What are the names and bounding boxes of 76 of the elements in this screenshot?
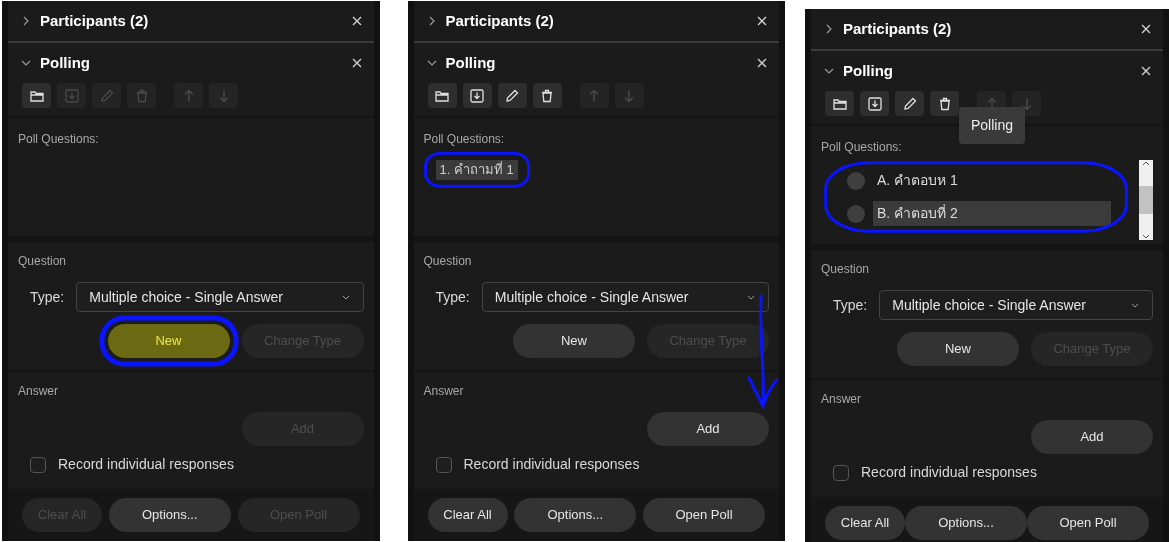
toolbar-button[interactable] [497, 83, 527, 108]
toolbar-button[interactable] [860, 91, 889, 116]
answer-item[interactable]: B. คำตอบที่ 2 [873, 201, 1111, 226]
pencil-icon [901, 95, 918, 112]
checkbox[interactable] [833, 464, 849, 481]
button[interactable]: Options... [905, 506, 1027, 540]
button[interactable]: New [107, 324, 230, 358]
section-label: Answer [18, 383, 59, 400]
type-label: Type: [30, 287, 65, 307]
type-dropdown[interactable]: Multiple choice - Single Answer [481, 282, 769, 312]
button[interactable]: Clear All [825, 506, 905, 540]
toolbar-button[interactable] [462, 83, 492, 108]
list-label: Poll Questions: [423, 131, 506, 148]
checkbox-label[interactable]: Record individual responses [463, 454, 640, 475]
download-icon [469, 87, 485, 104]
download-icon [866, 95, 883, 112]
close-icon[interactable] [757, 58, 767, 68]
trash-icon [539, 87, 555, 104]
section-label: Question [821, 261, 871, 278]
radio-button[interactable] [847, 171, 865, 190]
toolbar-button[interactable] [427, 83, 457, 108]
type-dropdown[interactable]: Multiple choice - Single Answer [879, 290, 1153, 320]
type-dropdown[interactable]: Multiple choice - Single Answer [76, 282, 364, 312]
button[interactable]: Options... [108, 498, 231, 532]
button[interactable]: New [897, 332, 1019, 366]
pencil-icon [504, 87, 520, 104]
up-arrow-icon [183, 89, 194, 102]
type-label: Type: [833, 295, 868, 315]
section-title[interactable]: Participants (2) [40, 9, 344, 33]
checkbox[interactable] [435, 456, 452, 473]
list-label: Poll Questions: [18, 131, 100, 148]
section-title[interactable]: Participants (2) [445, 9, 749, 33]
down-arrow-icon [1021, 97, 1032, 110]
pencil-icon [98, 87, 115, 104]
answer-item[interactable]: A. คำตอบห 1 [873, 168, 1111, 193]
button[interactable]: New [513, 324, 635, 358]
type-label: Type: [435, 287, 470, 307]
section-title[interactable]: Polling [843, 59, 1133, 83]
checkbox-label[interactable]: Record individual responses [58, 454, 234, 475]
toolbar-button[interactable] [825, 91, 854, 116]
section-label: Question [18, 253, 68, 270]
section-title[interactable]: Polling [40, 51, 344, 75]
close-icon[interactable] [351, 58, 362, 68]
checkbox-label[interactable]: Record individual responses [861, 462, 1037, 483]
section-label: Answer [423, 383, 465, 400]
button[interactable]: Add [647, 412, 769, 446]
scroll-up-icon[interactable] [1142, 160, 1150, 168]
section-title[interactable]: Participants (2) [843, 17, 1133, 41]
down-arrow-icon [624, 89, 634, 102]
section-label: Question [423, 253, 473, 270]
scroll-down-icon[interactable] [1142, 232, 1150, 240]
toolbar-button[interactable] [895, 91, 924, 116]
checkbox[interactable] [30, 456, 46, 473]
scrollbar[interactable] [1139, 160, 1153, 240]
button[interactable]: Open Poll [643, 498, 765, 532]
down-arrow-icon [218, 89, 229, 102]
download-icon [63, 87, 80, 104]
question-item[interactable]: 1. คำถามที่ 1 [435, 160, 518, 180]
radio-button[interactable] [847, 204, 865, 223]
toolbar-button[interactable] [22, 83, 51, 108]
up-arrow-icon [986, 97, 997, 110]
tooltip: Polling [959, 107, 1026, 144]
close-icon[interactable] [1141, 66, 1151, 76]
close-icon[interactable] [351, 16, 362, 26]
button[interactable]: Options... [514, 498, 637, 532]
button[interactable]: Open Poll [1027, 506, 1149, 540]
section-label: Answer [821, 391, 862, 408]
close-icon[interactable] [757, 16, 767, 26]
toolbar-button[interactable] [532, 83, 562, 108]
section-title[interactable]: Polling [445, 51, 749, 75]
list-label: Poll Questions: [821, 139, 903, 156]
up-arrow-icon [589, 89, 599, 102]
toolbar-button[interactable] [930, 91, 959, 116]
close-icon[interactable] [1141, 24, 1151, 34]
button[interactable]: Add [1031, 420, 1153, 454]
button[interactable]: Clear All [427, 498, 508, 532]
